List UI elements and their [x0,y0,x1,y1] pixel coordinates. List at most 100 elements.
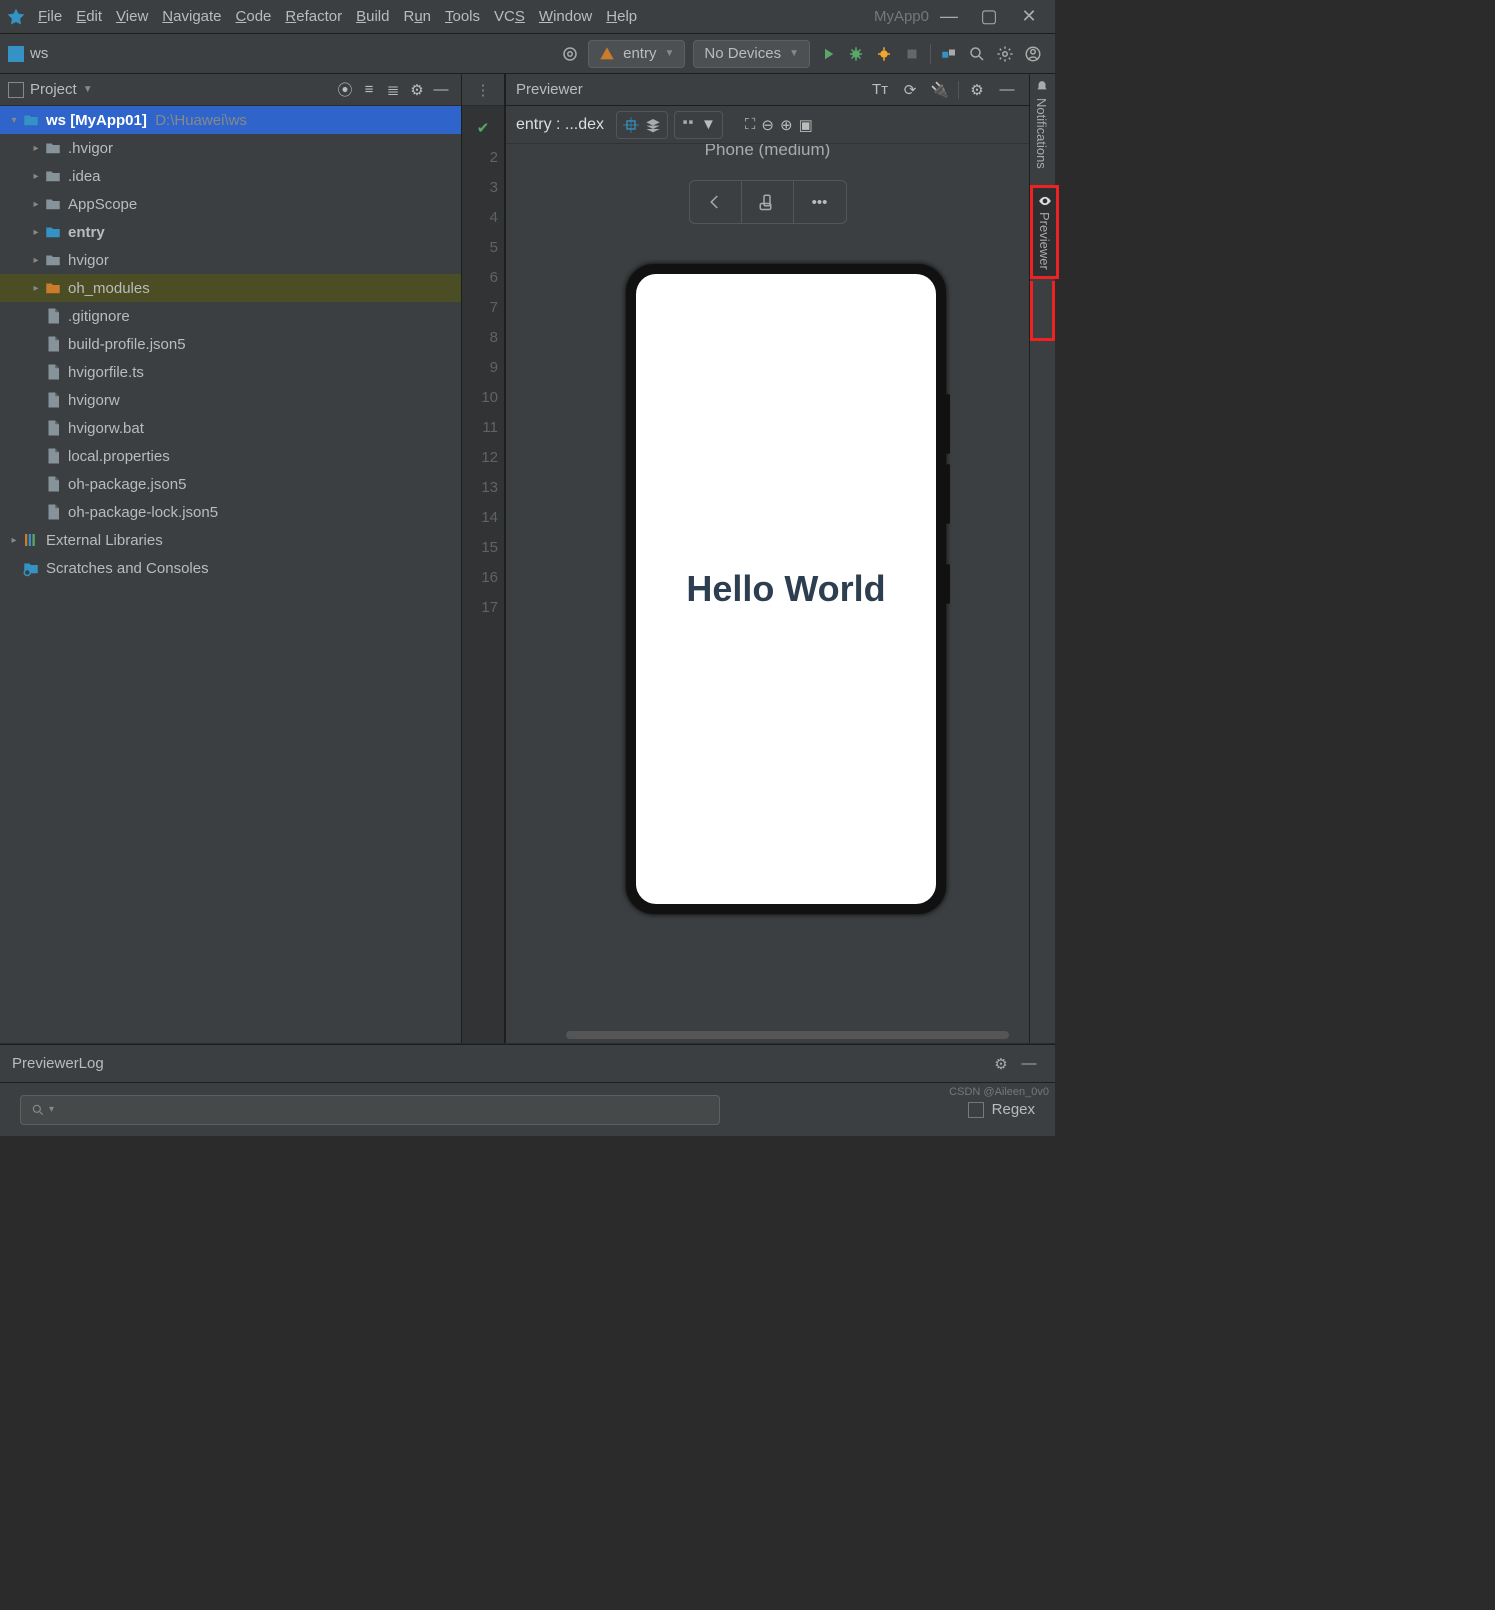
vcs-icon[interactable] [935,40,963,68]
chevron-right-icon[interactable]: ▸ [28,227,44,238]
chevron-right-icon[interactable]: ▸ [28,199,44,210]
window-minimize-button[interactable]: — [929,6,969,27]
device-combo[interactable]: No Devices ▼ [693,40,810,68]
inspect-layers-chip[interactable] [616,111,668,139]
run-button[interactable] [814,40,842,68]
target-icon[interactable] [556,40,584,68]
horizontal-scrollbar[interactable] [566,1031,1009,1039]
crop-icon[interactable]: ⛶ [745,116,756,133]
search-input[interactable]: ▾ [20,1095,720,1125]
breadcrumb[interactable]: ws [30,45,48,62]
inspection-ok-icon[interactable]: ✔ [462,114,504,142]
tree-folder[interactable]: ▸.hvigor [0,134,461,162]
plug-icon[interactable]: 🔌 [928,81,952,99]
line-number[interactable]: 6 [462,262,504,292]
debug-button[interactable] [842,40,870,68]
line-number[interactable]: 10 [462,382,504,412]
chevron-down-icon[interactable]: ▾ [6,115,22,126]
previewer-tab[interactable]: Previewer [1030,185,1059,279]
tree-file[interactable]: oh-package-lock.json5 [0,498,461,526]
chevron-down-icon[interactable]: ▾ [49,1104,54,1115]
previewer-body[interactable]: Phone (medium) ••• Hello World Inde [506,144,1029,1043]
tree-root[interactable]: ▾ ws [MyApp01] D:\Huawei\ws [0,106,461,134]
refresh-icon[interactable]: ⟳ [898,81,922,99]
layout-mode-chip[interactable]: ▼ [674,111,723,139]
chevron-right-icon[interactable]: ▸ [28,283,44,294]
chevron-right-icon[interactable]: ▸ [28,255,44,266]
notifications-tab[interactable]: Notifications [1030,74,1053,175]
text-icon[interactable]: Tᴛ [868,81,892,98]
menu-navigate[interactable]: Navigate [162,8,221,25]
menu-edit[interactable]: Edit [76,8,102,25]
menu-window[interactable]: Window [539,8,592,25]
menu-build[interactable]: Build [356,8,389,25]
tree-file[interactable]: local.properties [0,442,461,470]
menu-help[interactable]: Help [606,8,637,25]
more-icon[interactable]: ⋮ [471,81,495,99]
tree-external-libraries[interactable]: ▸ External Libraries [0,526,461,554]
window-close-button[interactable]: ✕ [1009,6,1049,27]
tree-folder[interactable]: ▸oh_modules [0,274,461,302]
project-tree[interactable]: ▾ ws [MyApp01] D:\Huawei\ws ▸.hvigor▸.id… [0,106,461,1043]
stop-button[interactable] [898,40,926,68]
menu-vcs[interactable]: VCS [494,8,525,25]
menu-tools[interactable]: Tools [445,8,480,25]
zoom-out-icon[interactable]: ⊖ [761,116,774,134]
line-number[interactable]: 8 [462,322,504,352]
line-number[interactable]: 3 [462,172,504,202]
device-screen[interactable]: Hello World [636,274,936,904]
chevron-right-icon[interactable]: ▸ [6,535,22,546]
line-number[interactable]: 4 [462,202,504,232]
menu-file[interactable]: File [38,8,62,25]
menu-code[interactable]: Code [236,8,272,25]
hide-icon[interactable]: — [995,81,1019,98]
tree-folder[interactable]: ▸AppScope [0,190,461,218]
line-number[interactable]: 9 [462,352,504,382]
tree-file[interactable]: oh-package.json5 [0,470,461,498]
line-number[interactable]: 12 [462,442,504,472]
collapse-all-icon[interactable]: ≣ [381,81,405,99]
line-number[interactable]: 15 [462,532,504,562]
line-number[interactable]: 14 [462,502,504,532]
tree-file[interactable]: build-profile.json5 [0,330,461,358]
gear-icon[interactable]: ⚙ [965,81,989,99]
zoom-in-icon[interactable]: ⊕ [780,116,793,134]
tree-folder[interactable]: ▸entry [0,218,461,246]
regex-toggle[interactable]: Regex [968,1101,1035,1118]
chevron-right-icon[interactable]: ▸ [28,143,44,154]
line-number[interactable]: 16 [462,562,504,592]
line-number[interactable]: 2 [462,142,504,172]
checkbox-icon[interactable] [968,1102,984,1118]
chevron-right-icon[interactable]: ▸ [28,171,44,182]
gear-icon[interactable]: ⚙ [405,81,429,99]
run-configuration-combo[interactable]: entry ▼ [588,40,685,68]
hide-toolwindow-icon[interactable]: — [429,81,453,98]
menu-run[interactable]: Run [403,8,431,25]
menu-view[interactable]: View [116,8,148,25]
chevron-down-icon[interactable]: ▼ [83,84,93,95]
window-maximize-button[interactable]: ▢ [969,6,1009,27]
fit-screen-icon[interactable]: ▣ [799,116,813,134]
select-opened-file-icon[interactable]: ⦿ [333,79,357,100]
previewer-breadcrumb[interactable]: entry : ...dex [516,116,604,134]
tree-file[interactable]: hvigorw.bat [0,414,461,442]
settings-gear-icon[interactable] [991,40,1019,68]
line-number[interactable]: 11 [462,412,504,442]
project-title[interactable]: Project [30,81,77,98]
rotate-device-icon[interactable] [742,181,794,223]
more-icon[interactable]: ••• [794,181,846,223]
tree-scratches[interactable]: Scratches and Consoles [0,554,461,582]
line-number[interactable]: 5 [462,232,504,262]
profile-icon[interactable] [1019,40,1047,68]
search-icon[interactable] [963,40,991,68]
tree-file[interactable]: hvigorw [0,386,461,414]
tree-folder[interactable]: ▸hvigor [0,246,461,274]
line-number[interactable]: 13 [462,472,504,502]
previewer-log-title[interactable]: PreviewerLog [12,1055,104,1072]
coverage-button[interactable] [870,40,898,68]
tree-file[interactable]: .gitignore [0,302,461,330]
hide-icon[interactable]: — [1015,1050,1043,1078]
gear-icon[interactable]: ⚙ [987,1050,1015,1078]
tree-file[interactable]: hvigorfile.ts [0,358,461,386]
line-number[interactable]: 7 [462,292,504,322]
